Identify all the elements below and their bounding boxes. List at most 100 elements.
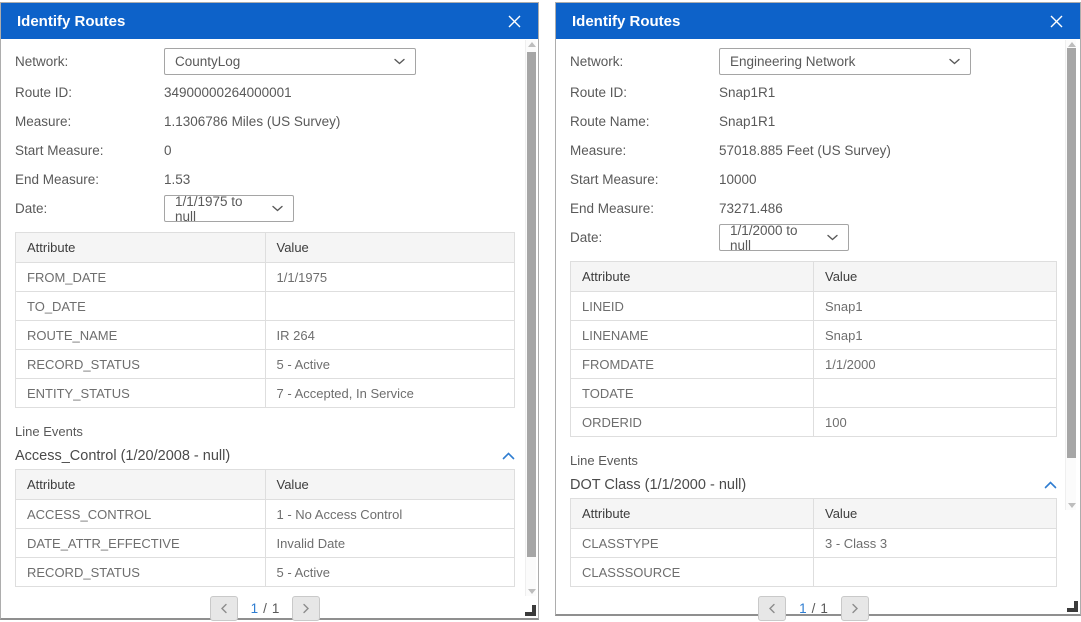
table-row: ENTITY_STATUS 7 - Accepted, In Service: [16, 379, 515, 408]
attribute-cell: RECORD_STATUS: [16, 558, 266, 587]
prev-page-button[interactable]: [758, 596, 786, 621]
value-cell: Invalid Date: [265, 529, 515, 558]
route-id-value: Snap1R1: [719, 85, 775, 100]
resize-handle[interactable]: [525, 605, 536, 616]
value-cell: [265, 292, 515, 321]
panel-header: Identify Routes: [1, 3, 538, 39]
chevron-right-icon: [302, 603, 310, 614]
value-cell: Snap1: [814, 321, 1057, 350]
date-label: Date:: [15, 201, 164, 216]
page-indicator: 1 / 1: [251, 601, 280, 616]
next-page-button[interactable]: [292, 596, 320, 621]
value-cell: 7 - Accepted, In Service: [265, 379, 515, 408]
table-row: CLASSSOURCE: [571, 558, 1057, 587]
attribute-cell: CLASSTYPE: [571, 529, 814, 558]
page-separator: /: [263, 601, 267, 616]
measure-label: Measure:: [570, 143, 719, 158]
table-row: TO_DATE: [16, 292, 515, 321]
prev-page-button[interactable]: [210, 596, 238, 621]
scrollbar-thumb[interactable]: [1067, 48, 1076, 458]
panel-title: Identify Routes: [17, 13, 125, 30]
vertical-scrollbar[interactable]: [525, 40, 536, 596]
network-select[interactable]: CountyLog: [164, 48, 416, 75]
line-events-label: Line Events: [570, 453, 1057, 468]
value-cell: 3 - Class 3: [814, 529, 1057, 558]
line-events-group-title: DOT Class (1/1/2000 - null): [570, 477, 746, 493]
scroll-up-icon[interactable]: [528, 42, 536, 47]
network-select-value: Engineering Network: [730, 54, 855, 69]
chevron-up-icon: [502, 452, 515, 460]
date-select[interactable]: 1/1/1975 to null: [164, 195, 294, 222]
scroll-down-icon[interactable]: [1068, 503, 1076, 508]
date-select-value: 1/1/1975 to null: [175, 194, 264, 224]
attribute-cell: ROUTE_NAME: [16, 321, 266, 350]
table-row: FROMDATE 1/1/2000: [571, 350, 1057, 379]
column-header-attribute: Attribute: [571, 499, 814, 529]
measure-label: Measure:: [15, 114, 164, 129]
pagination: 1 / 1: [570, 596, 1057, 621]
panel-header: Identify Routes: [556, 3, 1080, 39]
table-row: LINENAME Snap1: [571, 321, 1057, 350]
network-label: Network:: [15, 54, 164, 69]
resize-handle[interactable]: [1067, 601, 1078, 612]
close-button[interactable]: [1045, 10, 1067, 32]
close-button[interactable]: [503, 10, 525, 32]
column-header-attribute: Attribute: [16, 470, 266, 500]
chevron-down-icon: [272, 205, 283, 212]
route-id-label: Route ID:: [15, 85, 164, 100]
column-header-attribute: Attribute: [16, 233, 266, 263]
line-events-group-header[interactable]: DOT Class (1/1/2000 - null): [570, 474, 1057, 496]
table-row: CLASSTYPE 3 - Class 3: [571, 529, 1057, 558]
total-pages: 1: [820, 601, 828, 616]
attribute-cell: LINEID: [571, 292, 814, 321]
scroll-up-icon[interactable]: [1068, 42, 1076, 47]
line-events-label: Line Events: [15, 424, 515, 439]
attribute-cell: DATE_ATTR_EFFECTIVE: [16, 529, 266, 558]
scrollbar-thumb[interactable]: [527, 52, 536, 557]
attribute-cell: TODATE: [571, 379, 814, 408]
close-icon: [1049, 14, 1064, 29]
date-select[interactable]: 1/1/2000 to null: [719, 224, 849, 251]
vertical-scrollbar[interactable]: [1065, 40, 1076, 510]
column-header-value: Value: [814, 499, 1057, 529]
value-cell: 1/1/1975: [265, 263, 515, 292]
value-cell: 5 - Active: [265, 558, 515, 587]
network-select-value: CountyLog: [175, 54, 240, 69]
value-cell: 1/1/2000: [814, 350, 1057, 379]
chevron-down-icon: [949, 58, 960, 65]
start-measure-label: Start Measure:: [15, 143, 164, 158]
page-indicator: 1 / 1: [799, 601, 828, 616]
chevron-right-icon: [851, 603, 859, 614]
value-cell: [814, 558, 1057, 587]
next-page-button[interactable]: [841, 596, 869, 621]
value-cell: IR 264: [265, 321, 515, 350]
attribute-cell: CLASSSOURCE: [571, 558, 814, 587]
network-select[interactable]: Engineering Network: [719, 48, 971, 75]
route-name-label: Route Name:: [570, 114, 719, 129]
value-cell: 100: [814, 408, 1057, 437]
chevron-down-icon: [827, 234, 838, 241]
line-events-table: Attribute Value CLASSTYPE 3 - Class 3 CL…: [570, 498, 1057, 587]
page-separator: /: [812, 601, 816, 616]
route-id-value: 34900000264000001: [164, 85, 292, 100]
table-row: TODATE: [571, 379, 1057, 408]
chevron-left-icon: [768, 603, 776, 614]
table-row: ROUTE_NAME IR 264: [16, 321, 515, 350]
start-measure-label: Start Measure:: [570, 172, 719, 187]
attribute-cell: ENTITY_STATUS: [16, 379, 266, 408]
table-row: LINEID Snap1: [571, 292, 1057, 321]
table-row: RECORD_STATUS 5 - Active: [16, 350, 515, 379]
total-pages: 1: [272, 601, 280, 616]
panel-title: Identify Routes: [572, 13, 680, 30]
line-events-group-header[interactable]: Access_Control (1/20/2008 - null): [15, 445, 515, 467]
pagination: 1 / 1: [15, 596, 515, 621]
measure-value: 1.1306786 Miles (US Survey): [164, 114, 340, 129]
identify-routes-panel-left: Identify Routes Network: CountyLog Route…: [0, 2, 539, 620]
scroll-down-icon[interactable]: [528, 589, 536, 594]
start-measure-value: 0: [164, 143, 172, 158]
table-row: RECORD_STATUS 5 - Active: [16, 558, 515, 587]
table-row: ACCESS_CONTROL 1 - No Access Control: [16, 500, 515, 529]
line-events-group-title: Access_Control (1/20/2008 - null): [15, 448, 230, 464]
route-id-label: Route ID:: [570, 85, 719, 100]
panel-body: Network: CountyLog Route ID: 34900000264…: [1, 39, 538, 618]
